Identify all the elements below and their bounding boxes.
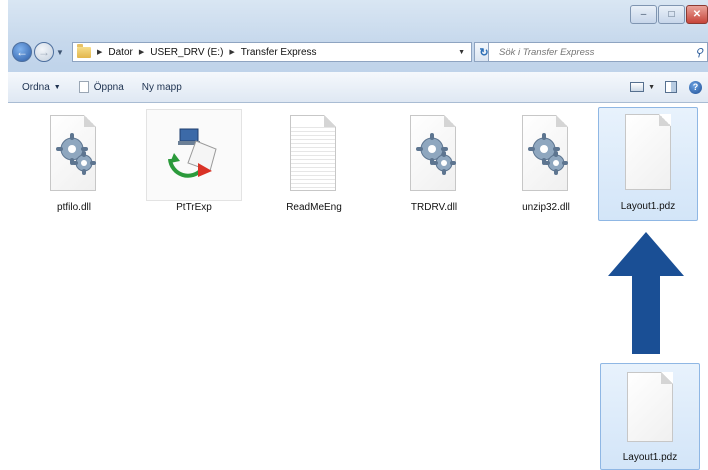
up-arrow-icon bbox=[608, 232, 684, 354]
file-item-pttrexp[interactable]: PtTrExp bbox=[146, 109, 242, 221]
minimize-button[interactable]: – bbox=[630, 5, 657, 24]
window-chrome: – □ ✕ ← → ▼ ▶ Dator ▶ USER_DRV (E:) ▶ Tr… bbox=[8, 0, 708, 72]
dll-gear-icon bbox=[528, 133, 568, 175]
breadcrumb-drive[interactable]: USER_DRV (E:) bbox=[150, 47, 223, 58]
help-icon[interactable]: ? bbox=[689, 80, 702, 94]
recent-pages-dropdown-icon[interactable]: ▼ bbox=[56, 48, 64, 57]
file-name: TRDRV.dll bbox=[410, 202, 458, 213]
transfer-express-app-icon bbox=[168, 128, 217, 178]
new-folder-button[interactable]: Ny mapp bbox=[142, 82, 182, 93]
file-item-layout1[interactable]: Layout1.pdz bbox=[598, 107, 698, 221]
forward-button[interactable]: → bbox=[34, 42, 54, 62]
address-dropdown-icon[interactable]: ▼ bbox=[458, 49, 465, 56]
search-box[interactable]: ⚲ bbox=[488, 42, 708, 62]
view-options-chevron-icon[interactable]: ▼ bbox=[648, 84, 655, 91]
open-label: Öppna bbox=[93, 81, 124, 93]
new-folder-label: Ny mapp bbox=[141, 81, 182, 93]
file-name: Layout1.pdz bbox=[620, 201, 676, 212]
file-item-ptfilo[interactable]: ptfilo.dll bbox=[26, 109, 122, 221]
open-button[interactable]: Öppna bbox=[78, 81, 124, 93]
file-name: unzip32.dll bbox=[522, 202, 570, 213]
search-input[interactable] bbox=[497, 45, 681, 59]
breadcrumb-separator-icon[interactable]: ▶ bbox=[139, 48, 144, 56]
file-name: ReadMeEng bbox=[286, 202, 342, 213]
explorer-window: – □ ✕ ← → ▼ ▶ Dator ▶ USER_DRV (E:) ▶ Tr… bbox=[8, 0, 708, 225]
file-item-unzip32[interactable]: unzip32.dll bbox=[498, 109, 594, 221]
change-view-icon[interactable] bbox=[630, 82, 645, 92]
dll-gear-icon bbox=[416, 133, 456, 175]
file-item-trdrv[interactable]: TRDRV.dll bbox=[386, 109, 482, 221]
file-name: PtTrExp bbox=[176, 202, 212, 213]
command-bar-right: ▼ ? bbox=[630, 80, 702, 94]
breadcrumb-separator-icon[interactable]: ▶ bbox=[97, 48, 102, 56]
chevron-down-icon: ▼ bbox=[53, 83, 61, 91]
file-name: Layout1.pdz bbox=[622, 452, 678, 463]
maximize-button[interactable]: □ bbox=[658, 5, 685, 24]
organize-label: Ordna bbox=[22, 81, 50, 93]
file-name: ptfilo.dll bbox=[57, 202, 91, 213]
back-button[interactable]: ← bbox=[12, 42, 32, 62]
caption-buttons: – □ ✕ bbox=[629, 5, 708, 24]
folder-icon bbox=[77, 43, 91, 58]
organize-button[interactable]: Ordna ▼ bbox=[22, 82, 61, 93]
blank-document-icon bbox=[627, 372, 673, 442]
address-bar[interactable]: ▶ Dator ▶ USER_DRV (E:) ▶ Transfer Expre… bbox=[72, 42, 472, 62]
breadcrumb-computer[interactable]: Dator bbox=[108, 47, 132, 58]
preview-pane-icon[interactable] bbox=[665, 81, 677, 93]
file-item-readmeeng[interactable]: ReadMeEng bbox=[266, 109, 362, 221]
open-file-icon bbox=[78, 81, 89, 93]
dll-gear-icon bbox=[56, 133, 96, 175]
text-document-icon bbox=[290, 115, 336, 191]
close-button[interactable]: ✕ bbox=[686, 5, 708, 24]
search-icon[interactable]: ⚲ bbox=[695, 46, 703, 59]
breadcrumb-folder[interactable]: Transfer Express bbox=[241, 47, 317, 58]
dragged-file-layout1[interactable]: Layout1.pdz bbox=[600, 363, 700, 470]
file-list: ptfilo.dll PtTrExp ReadMeEng TRDRV.dll u… bbox=[8, 103, 708, 225]
command-bar: Ordna ▼ Öppna Ny mapp ▼ ? bbox=[8, 72, 708, 103]
navigation-buttons: ← → ▼ bbox=[12, 40, 67, 64]
breadcrumb-separator-icon[interactable]: ▶ bbox=[229, 48, 234, 56]
blank-document-icon bbox=[625, 114, 671, 190]
